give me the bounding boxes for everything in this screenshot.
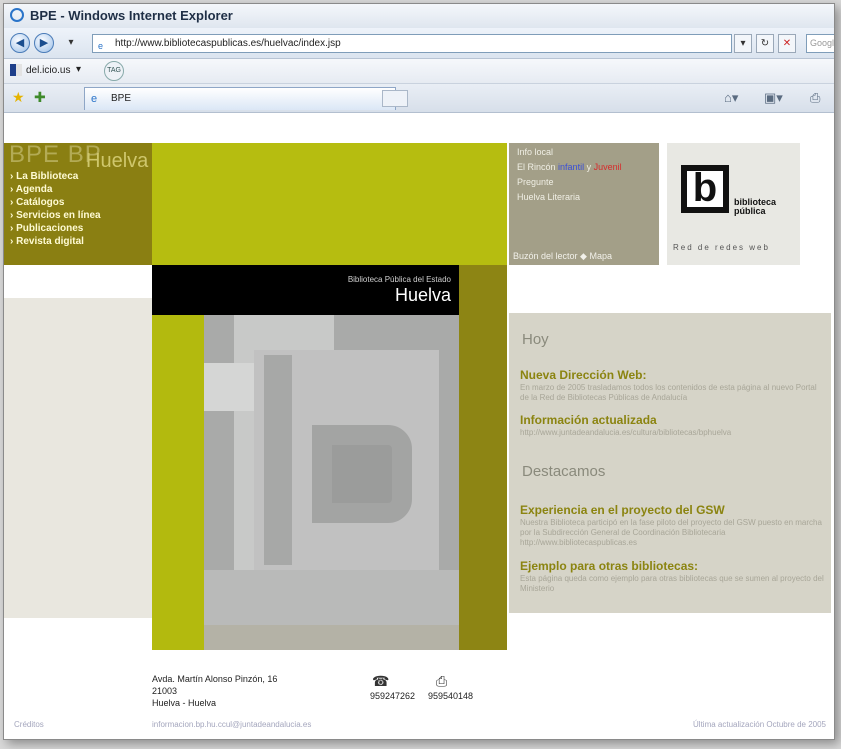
- address-block: Avda. Martín Alonso Pinzón, 16 21003 Hue…: [152, 674, 278, 708]
- tab-label: BPE: [111, 93, 132, 104]
- tab-bpe[interactable]: e BPE: [84, 87, 396, 110]
- web-page: BPE BP Huelva › La Biblioteca › Agenda ›…: [4, 113, 834, 739]
- tab-bar: ★ ✚ e BPE ⌂▾ ▣▾ ⎙: [4, 84, 834, 113]
- new-tab-button[interactable]: [382, 90, 408, 107]
- header-banner: [152, 143, 507, 265]
- news-body-1: En marzo de 2005 trasladamos todos los c…: [520, 383, 817, 402]
- menu-item-servicios[interactable]: › Servicios en línea: [10, 209, 101, 222]
- tab-page-icon: e: [91, 93, 98, 105]
- menu-item-agenda[interactable]: › Agenda: [10, 183, 101, 196]
- poster-bottom-bar: [204, 625, 459, 650]
- poster-right-bar: [459, 265, 507, 650]
- print-icon[interactable]: ⎙: [810, 90, 820, 106]
- add-favorites-icon[interactable]: ✚: [34, 89, 46, 106]
- address-url: http://www.bibliotecaspublicas.es/huelva…: [115, 38, 341, 49]
- page-footer: Créditos informacion.bp.hu.ccul@juntadea…: [4, 716, 834, 734]
- menu-item-publicaciones[interactable]: › Publicaciones: [10, 222, 101, 235]
- links-bar: del.icio.us ▾ TAG: [4, 59, 834, 84]
- stop-button[interactable]: ✕: [778, 34, 796, 53]
- feeds-icon[interactable]: ▣▾: [764, 90, 783, 106]
- link-rincon[interactable]: El Rincón infantil y Juvenil: [517, 160, 622, 175]
- fax-icon: ⎙: [436, 673, 448, 689]
- site-menu: › La Biblioteca › Agenda › Catálogos › S…: [10, 170, 101, 248]
- title-bar: BPE - Windows Internet Explorer: [4, 4, 834, 29]
- feature-title-2[interactable]: Ejemplo para otras bibliotecas:: [520, 559, 698, 573]
- email-link[interactable]: informacion.bp.hu.ccul@juntadeandalucia.…: [152, 720, 311, 729]
- news-title-1[interactable]: Nueva Dirección Web:: [520, 368, 646, 382]
- info-panel: Info local El Rincón infantil y Juvenil …: [509, 143, 659, 265]
- poster-image: Biblioteca Pública del Estado Huelva: [152, 265, 507, 650]
- window-title: BPE - Windows Internet Explorer: [30, 8, 233, 23]
- link-huelva-literaria[interactable]: Huelva Literaria: [517, 190, 622, 205]
- hoy-heading: Hoy: [522, 331, 549, 348]
- navigation-bar: ◀ ▶ ▾ e http://www.bibliotecaspublicas.e…: [4, 28, 834, 59]
- destacamos-heading: Destacamos: [522, 463, 606, 480]
- delicious-icon: [10, 64, 22, 76]
- forward-button[interactable]: ▶: [34, 33, 54, 53]
- feature-body-1: Nuestra Biblioteca participó en la fase …: [520, 518, 822, 547]
- info-links: Info local El Rincón infantil y Juvenil …: [517, 145, 622, 205]
- page-icon: e: [98, 41, 104, 51]
- feature-body-2: Esta página queda como ejemplo para otra…: [520, 574, 824, 593]
- search-input[interactable]: Google: [806, 34, 834, 53]
- link-pregunte[interactable]: Pregunte: [517, 175, 622, 190]
- browser-window: BPE - Windows Internet Explorer ◀ ▶ ▾ e …: [3, 3, 835, 740]
- menu-item-la-biblioteca[interactable]: › La Biblioteca: [10, 170, 101, 183]
- link-info-local[interactable]: Info local: [517, 145, 622, 160]
- delicious-button[interactable]: del.icio.us: [26, 65, 70, 76]
- address-bar[interactable]: e http://www.bibliotecaspublicas.es/huel…: [92, 34, 732, 53]
- poster-left-bar: [152, 315, 204, 650]
- brand-name: biblioteca pública: [734, 197, 777, 216]
- favorites-star-icon[interactable]: ★: [12, 89, 25, 106]
- site-logo-city[interactable]: Huelva: [86, 151, 148, 171]
- home-icon[interactable]: ⌂▾: [724, 90, 738, 106]
- last-updated: Última actualización Octubre de 2005: [693, 720, 826, 729]
- ie-logo-icon: [10, 8, 24, 22]
- refresh-button[interactable]: ↻: [756, 34, 774, 53]
- phone-number: 959247262: [370, 691, 416, 701]
- brand-tagline: Red de redes web: [673, 243, 770, 252]
- info-footer-links[interactable]: Buzón del lector ◆ Mapa: [513, 251, 612, 262]
- poster-graphic: [204, 315, 459, 650]
- menu-item-revista[interactable]: › Revista digital: [10, 235, 101, 248]
- poster-header: Biblioteca Pública del Estado Huelva: [152, 265, 459, 315]
- left-background: [4, 298, 152, 618]
- brand-panel: b biblioteca pública Red de redes web: [667, 143, 800, 265]
- news-body-2[interactable]: http://www.juntadeandalucia.es/cultura/b…: [520, 428, 825, 438]
- history-dropdown-icon[interactable]: ▾: [64, 34, 78, 53]
- feature-title-1[interactable]: Experiencia en el proyecto del GSW: [520, 503, 725, 517]
- tag-button[interactable]: TAG: [104, 61, 124, 81]
- fax-number: 959540148: [428, 691, 474, 701]
- phone-icon: ☎: [372, 673, 390, 689]
- biblioteca-publica-logo-icon[interactable]: b: [681, 165, 729, 213]
- credits-link[interactable]: Créditos: [14, 720, 44, 729]
- address-dropdown-icon[interactable]: ▾: [734, 34, 752, 53]
- delicious-dropdown-icon[interactable]: ▾: [76, 64, 81, 75]
- menu-item-catalogos[interactable]: › Catálogos: [10, 196, 101, 209]
- poster-subline: Biblioteca Pública del Estado: [347, 275, 451, 284]
- back-button[interactable]: ◀: [10, 33, 30, 53]
- poster-city: Huelva: [394, 285, 451, 305]
- news-title-2[interactable]: Información actualizada: [520, 413, 657, 427]
